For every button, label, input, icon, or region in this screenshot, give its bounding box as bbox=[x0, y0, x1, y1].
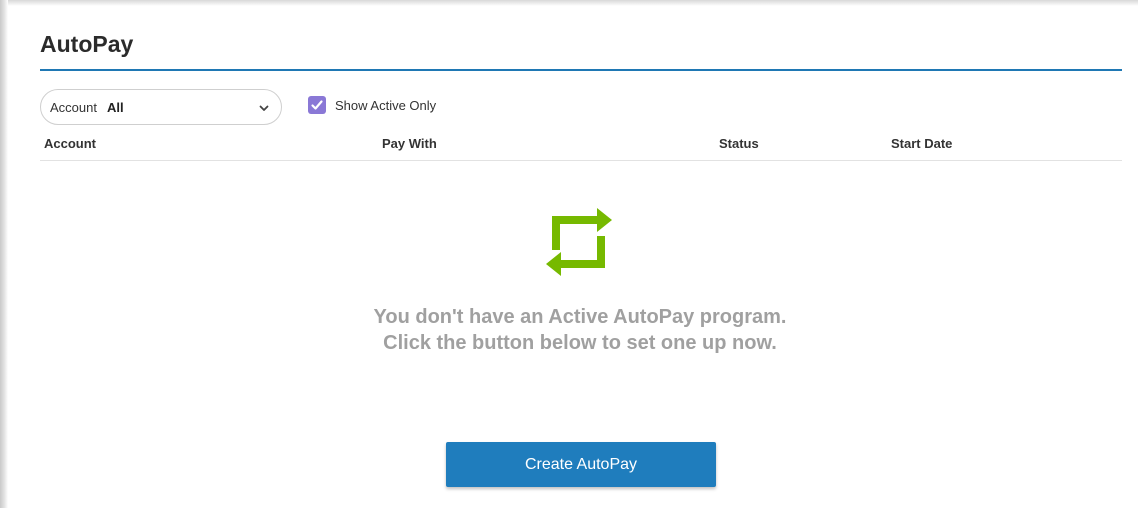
empty-state-message: You don't have an Active AutoPay program… bbox=[300, 304, 860, 356]
column-header-pay-with[interactable]: Pay With bbox=[382, 136, 437, 151]
table-header-divider bbox=[40, 160, 1122, 161]
autopay-panel: AutoPay Account All Show Active Only Acc… bbox=[0, 0, 1138, 508]
column-header-start-date[interactable]: Start Date bbox=[891, 136, 952, 151]
chevron-down-icon bbox=[259, 105, 269, 111]
account-filter-select[interactable]: Account All bbox=[40, 89, 282, 125]
column-header-status[interactable]: Status bbox=[719, 136, 759, 151]
top-shadow bbox=[8, 0, 1138, 6]
title-divider bbox=[40, 69, 1122, 71]
show-active-checkbox[interactable] bbox=[308, 96, 326, 114]
create-autopay-button[interactable]: Create AutoPay bbox=[446, 442, 716, 487]
empty-state-line-1: You don't have an Active AutoPay program… bbox=[373, 306, 787, 328]
account-filter-label: Account bbox=[50, 100, 97, 115]
empty-state-line-2: Click the button below to set one up now… bbox=[383, 332, 777, 354]
checkmark-icon bbox=[311, 100, 323, 110]
repeat-arrows-icon bbox=[546, 208, 612, 276]
show-active-label: Show Active Only bbox=[335, 98, 437, 113]
column-header-account[interactable]: Account bbox=[44, 136, 96, 151]
page-title: AutoPay bbox=[40, 31, 134, 57]
account-filter-value: All bbox=[107, 100, 124, 115]
left-shadow bbox=[0, 0, 8, 508]
